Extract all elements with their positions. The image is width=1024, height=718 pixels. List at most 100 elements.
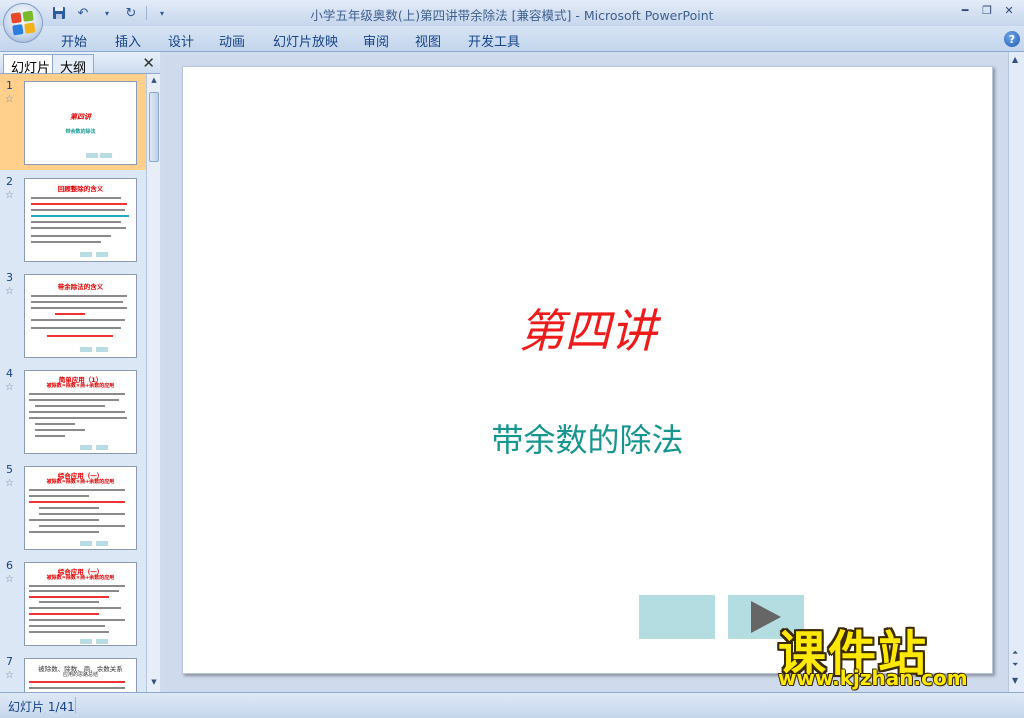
panel-tabs: 幻灯片 大纲 ✕	[0, 52, 160, 76]
title-bar: ↶ ▾ ↻ ▾ 小学五年级奥数(上)第四讲带余除法 [兼容模式] - Micro…	[0, 0, 1024, 26]
tab-design[interactable]: 设计	[168, 31, 194, 50]
thumb-text-line	[29, 596, 109, 598]
slide-number: 2	[6, 175, 13, 188]
scroll-up-icon[interactable]: ▲	[1012, 55, 1018, 64]
restore-icon[interactable]: ❐	[976, 2, 998, 18]
thumb-text-line	[29, 613, 99, 615]
slide-thumbnail-7[interactable]: 7 ☆ 被除数、除数、商、余数关系 应用的思路总结	[0, 650, 146, 692]
scroll-up-icon[interactable]: ▲	[149, 76, 159, 88]
animation-star-icon: ☆	[5, 574, 14, 585]
scroll-down-icon[interactable]: ▼	[1012, 676, 1018, 685]
tab-view[interactable]: 视图	[415, 31, 441, 50]
current-slide[interactable]: 第四讲 带余数的除法	[182, 66, 993, 674]
thumb-text-line	[29, 681, 125, 683]
tab-outline[interactable]: 大纲	[52, 54, 95, 76]
thumbnail-subtitle: 带余数的除法	[65, 129, 96, 135]
thumb-nav-next	[96, 252, 108, 257]
thumbnail-subtitle: 被除数=除数×商+余数的应用	[46, 479, 115, 485]
window-title: 小学五年级奥数(上)第四讲带余除法 [兼容模式] - Microsoft Pow…	[310, 8, 714, 23]
thumb-nav-next	[100, 153, 112, 158]
slide-subtitle[interactable]: 带余数的除法	[183, 415, 992, 461]
watermark-url: www.kjzhan.com	[778, 666, 968, 690]
tab-developer[interactable]: 开发工具	[468, 31, 520, 50]
thumb-text-line	[47, 335, 113, 337]
slide-number: 4	[6, 367, 13, 380]
office-button[interactable]	[3, 3, 43, 43]
slides-panel: 幻灯片 大纲 ✕ 1 ☆ 第四讲 带余数的除法 2 ☆ 回顾整除的含义 3 ☆ …	[0, 52, 160, 692]
thumb-text-line	[31, 235, 111, 237]
scroll-down-icon[interactable]: ▼	[149, 678, 159, 690]
thumb-text-line	[31, 197, 121, 199]
tab-home[interactable]: 开始	[61, 31, 87, 50]
tab-slides[interactable]: 幻灯片	[3, 54, 59, 76]
slide-thumbnail-6[interactable]: 6 ☆ 综合应用（一） 被除数=除数×商+余数的应用	[0, 554, 146, 650]
thumb-text-line	[31, 295, 127, 297]
thumb-text-line	[35, 405, 105, 407]
thumb-text-line	[29, 625, 105, 627]
thumb-nav-prev	[80, 347, 92, 352]
previous-slide-icon[interactable]: ⏶	[1012, 648, 1018, 658]
slide-thumbnails: 1 ☆ 第四讲 带余数的除法 2 ☆ 回顾整除的含义 3 ☆ 带余除法的含义 4…	[0, 74, 146, 692]
thumb-nav-prev	[80, 252, 92, 257]
thumbnail-image: 综合应用（一） 被除数=除数×商+余数的应用	[24, 562, 137, 646]
animation-star-icon: ☆	[5, 670, 14, 681]
thumb-text-line	[35, 435, 65, 437]
ribbon-tabs: 开始 插入 设计 动画 幻灯片放映 审阅 视图 开发工具 ?	[0, 26, 1024, 52]
slide-number: 3	[6, 271, 13, 284]
thumb-text-line	[55, 313, 85, 315]
thumb-nav-next	[96, 347, 108, 352]
slide-indicator: 幻灯片 1/41	[8, 700, 75, 714]
thumbnails-scrollbar[interactable]: ▲ ▼	[146, 74, 160, 692]
previous-slide-button[interactable]	[639, 595, 715, 639]
status-bar: 幻灯片 1/41	[0, 692, 1024, 718]
slide-number: 5	[6, 463, 13, 476]
thumb-text-line	[29, 631, 109, 633]
help-icon[interactable]: ?	[1004, 31, 1020, 47]
thumb-text-line	[29, 519, 99, 521]
close-icon[interactable]: ✕	[998, 2, 1020, 18]
slide-thumbnail-3[interactable]: 3 ☆ 带余除法的含义	[0, 266, 146, 362]
thumbnail-subtitle: 应用的思路总结	[62, 672, 98, 678]
minimize-icon[interactable]: ━	[954, 2, 976, 18]
tab-review[interactable]: 审阅	[363, 31, 389, 50]
thumb-text-line	[39, 507, 99, 509]
thumb-nav-next	[96, 639, 108, 644]
thumbnail-title: 第四讲	[70, 113, 91, 121]
thumb-text-line	[29, 585, 125, 587]
thumb-text-line	[29, 687, 125, 689]
status-separator	[75, 697, 76, 713]
thumb-text-line	[29, 495, 89, 497]
next-slide-icon[interactable]: ⏷	[1012, 660, 1018, 670]
tab-slideshow[interactable]: 幻灯片放映	[273, 31, 338, 50]
slide-thumbnail-2[interactable]: 2 ☆ 回顾整除的含义	[0, 170, 146, 266]
animation-star-icon: ☆	[5, 190, 14, 201]
thumb-text-line	[39, 601, 99, 603]
tab-animations[interactable]: 动画	[219, 31, 245, 50]
slide-number: 7	[6, 655, 13, 668]
thumb-text-line	[31, 215, 129, 217]
tab-insert[interactable]: 插入	[115, 31, 141, 50]
thumb-text-line	[29, 531, 99, 533]
thumbnail-subtitle: 被除数=除数×商+余数的应用	[46, 575, 115, 581]
thumb-text-line	[31, 203, 127, 205]
thumb-text-line	[29, 417, 127, 419]
thumb-text-line	[39, 513, 125, 515]
close-icon[interactable]: ✕	[142, 54, 155, 72]
thumbnail-image: 带余除法的含义	[24, 274, 137, 358]
slide-thumbnail-5[interactable]: 5 ☆ 综合应用（一） 被除数=除数×商+余数的应用	[0, 458, 146, 554]
thumb-text-line	[31, 227, 126, 229]
slide-editor: 第四讲 带余数的除法	[164, 52, 1008, 692]
slide-title[interactable]: 第四讲	[183, 295, 992, 361]
office-logo-icon	[10, 10, 36, 36]
thumb-text-line	[29, 393, 125, 395]
thumbnail-image: 综合应用（一） 被除数=除数×商+余数的应用	[24, 466, 137, 550]
thumb-text-line	[35, 423, 75, 425]
slide-thumbnail-1[interactable]: 1 ☆ 第四讲 带余数的除法	[0, 74, 146, 170]
thumb-text-line	[29, 399, 119, 401]
thumbnail-title: 回顾整除的含义	[57, 185, 104, 193]
scrollbar-thumb[interactable]	[149, 92, 159, 162]
thumbnail-image: 简单应用（1） 被除数=除数×商+余数的应用	[24, 370, 137, 454]
slide-thumbnail-4[interactable]: 4 ☆ 简单应用（1） 被除数=除数×商+余数的应用	[0, 362, 146, 458]
editor-scrollbar[interactable]: ▲ ⏶ ⏷ ▼	[1008, 52, 1024, 692]
thumb-text-line	[29, 619, 125, 621]
